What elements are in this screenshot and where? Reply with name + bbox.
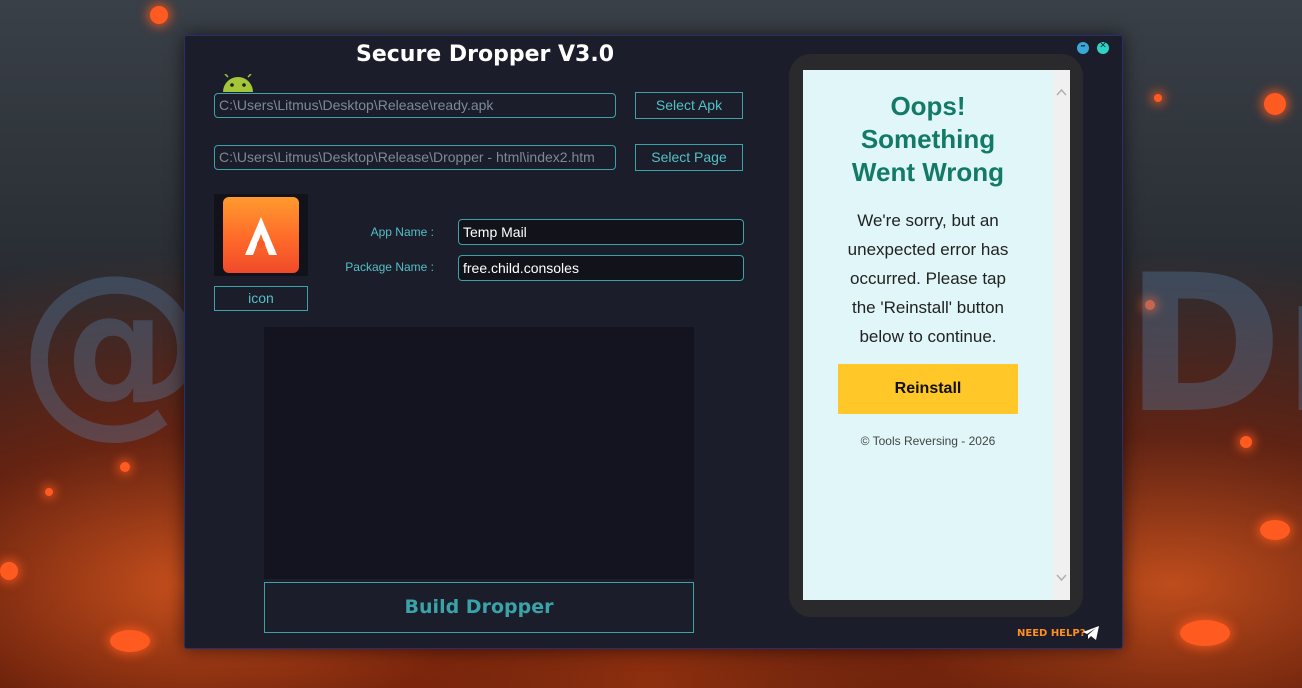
ember xyxy=(1264,93,1286,115)
telegram-icon[interactable] xyxy=(1083,626,1099,640)
ember xyxy=(150,6,168,24)
icon-button[interactable]: icon xyxy=(214,286,308,311)
minimize-button[interactable]: – xyxy=(1077,39,1089,54)
error-heading-line: Something xyxy=(860,124,996,154)
ember xyxy=(45,488,53,496)
android-icon xyxy=(223,74,253,92)
close-button[interactable]: ✕ xyxy=(1097,41,1109,54)
app-name-label: App Name : xyxy=(370,225,434,239)
error-message-line: We're sorry, but an xyxy=(857,211,999,230)
error-message-line: unexpected error has xyxy=(847,240,1009,259)
app-name-input[interactable]: Temp Mail xyxy=(458,219,744,245)
ember xyxy=(110,630,150,652)
app-icon-preview[interactable] xyxy=(214,194,308,276)
minimize-icon: – xyxy=(1080,39,1086,52)
ember xyxy=(1154,94,1162,102)
window-title: Secure Dropper V3.0 xyxy=(355,42,615,67)
error-message-line: the 'Reinstall' button xyxy=(851,298,1005,317)
build-log-area xyxy=(264,327,694,579)
error-message-line: below to continue. xyxy=(859,327,997,346)
error-heading-line: Oops! xyxy=(890,91,966,121)
app-logo-icon xyxy=(223,197,299,273)
reinstall-button[interactable]: Reinstall xyxy=(838,364,1018,414)
package-name-input[interactable]: free.child.consoles xyxy=(458,255,744,281)
package-name-label: Package Name : xyxy=(345,260,434,274)
preview-footer: © Tools Reversing - 2026 xyxy=(860,434,996,448)
error-message: We're sorry, but an unexpected error has… xyxy=(829,206,1027,351)
apk-path-input[interactable]: C:\Users\Litmus\Desktop\Release\ready.ap… xyxy=(214,93,616,118)
preview-scrollbar[interactable] xyxy=(1053,70,1070,600)
ember xyxy=(0,562,18,580)
letter-a-icon xyxy=(245,217,277,255)
error-heading: Oops! Something Went Wrong xyxy=(803,90,1053,189)
select-page-button[interactable]: Select Page xyxy=(635,144,743,171)
ember xyxy=(120,462,130,472)
need-help-link[interactable]: NEED HELP? xyxy=(1017,628,1086,639)
error-heading-line: Went Wrong xyxy=(851,157,1005,187)
ember xyxy=(1260,520,1290,540)
watermark-left: @ xyxy=(18,234,208,455)
build-dropper-button[interactable]: Build Dropper xyxy=(264,582,694,633)
chevron-down-icon[interactable] xyxy=(1056,574,1067,582)
preview-screen: Oops! Something Went Wrong We're sorry, … xyxy=(803,70,1070,600)
app-window: Secure Dropper V3.0 – ✕ C:\Users\Litmus\… xyxy=(184,35,1123,649)
phone-preview: Oops! Something Went Wrong We're sorry, … xyxy=(789,54,1083,617)
select-apk-button[interactable]: Select Apk xyxy=(635,92,743,119)
close-icon: ✕ xyxy=(1099,41,1107,51)
chevron-up-icon[interactable] xyxy=(1056,88,1067,96)
watermark-right: Dr xyxy=(1125,234,1302,455)
ember xyxy=(1180,620,1230,646)
page-path-input[interactable]: C:\Users\Litmus\Desktop\Release\Dropper … xyxy=(214,145,616,170)
error-message-line: occurred. Please tap xyxy=(850,269,1006,288)
